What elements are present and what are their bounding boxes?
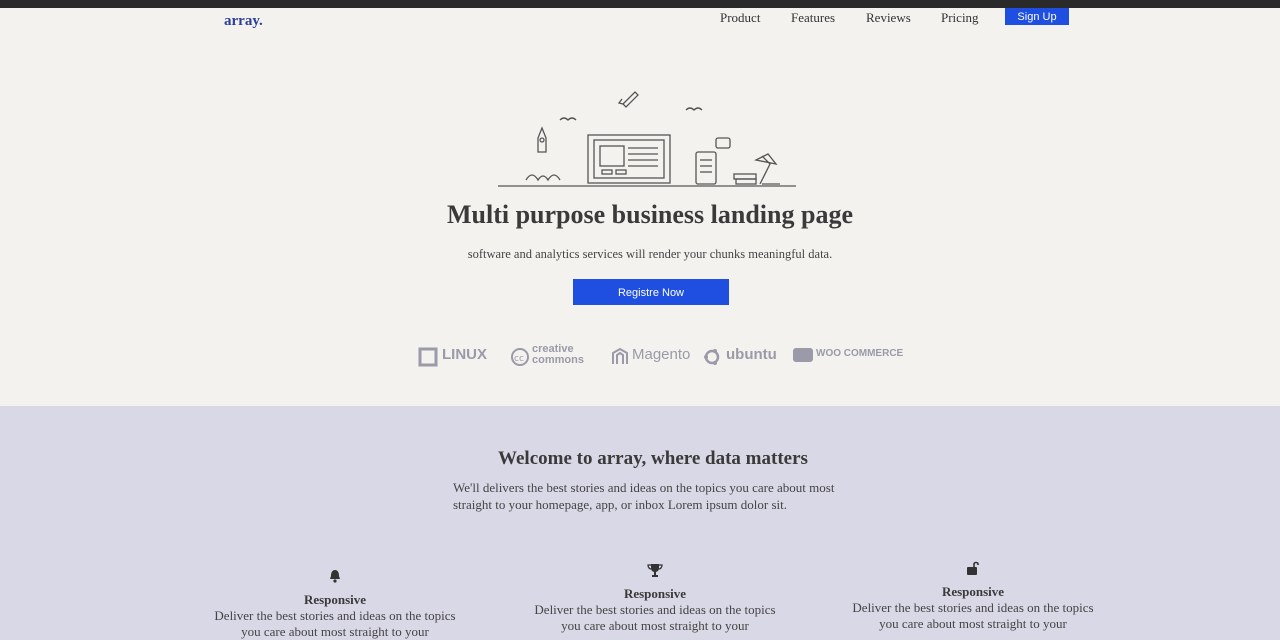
trophy-icon [647, 564, 663, 577]
hero-section: array. Product Features Reviews Pricing … [0, 8, 1280, 406]
feature-card: Responsive Deliver the best stories and … [205, 568, 465, 640]
nav-link-features[interactable]: Features [791, 10, 835, 26]
feature-title: Responsive [623, 586, 687, 601]
brand-ubuntu: ubuntu [726, 346, 777, 363]
hero-subtitle: software and analytics services will ren… [467, 247, 833, 261]
feature-text: Deliver the best stories and ideas on th… [534, 602, 776, 633]
welcome-description: We'll delivers the best stories and idea… [453, 480, 835, 512]
feature-card: Responsive Deliver the best stories and … [525, 562, 785, 634]
feature-text: Deliver the best stories and ideas on th… [852, 600, 1094, 631]
nav-link-product[interactable]: Product [720, 10, 760, 26]
hero-title: Multi purpose business landing page [446, 200, 853, 229]
brand-woocommerce: WOO COMMERCE [816, 348, 904, 359]
signup-button[interactable]: Sign Up [1005, 8, 1069, 25]
partner-logos: LINUX cc creative commons Magento ubuntu… [418, 342, 903, 370]
landing-page: array. Product Features Reviews Pricing … [0, 8, 1280, 640]
feature-card: Responsive Deliver the best stories and … [843, 560, 1103, 632]
brand-creative-commons: creative commons [532, 343, 584, 366]
register-now-button[interactable]: Registre Now [573, 279, 729, 305]
brand-magento: Magento [632, 346, 691, 363]
nav-link-reviews[interactable]: Reviews [866, 10, 911, 26]
cc-logo-icon: cc [511, 348, 529, 366]
magento-logo-icon [612, 347, 628, 364]
brand-logo[interactable]: array. [224, 13, 263, 30]
welcome-section: Welcome to array, where data matters We'… [0, 406, 1280, 640]
welcome-title: Welcome to array, where data matters [498, 448, 808, 469]
bell-icon [330, 570, 340, 583]
nav-link-pricing[interactable]: Pricing [941, 10, 979, 26]
woocommerce-logo-icon [793, 348, 813, 362]
linux-logo-icon [418, 347, 438, 367]
brand-linux: LINUX [442, 346, 487, 363]
workspace-illustration [498, 91, 796, 187]
feature-title: Responsive [303, 592, 367, 607]
unlock-icon [967, 561, 979, 575]
ubuntu-logo-icon [704, 349, 720, 365]
feature-title: Responsive [941, 584, 1005, 599]
feature-text: Deliver the best stories and ideas on th… [214, 608, 456, 639]
svg-text:cc: cc [514, 354, 524, 364]
